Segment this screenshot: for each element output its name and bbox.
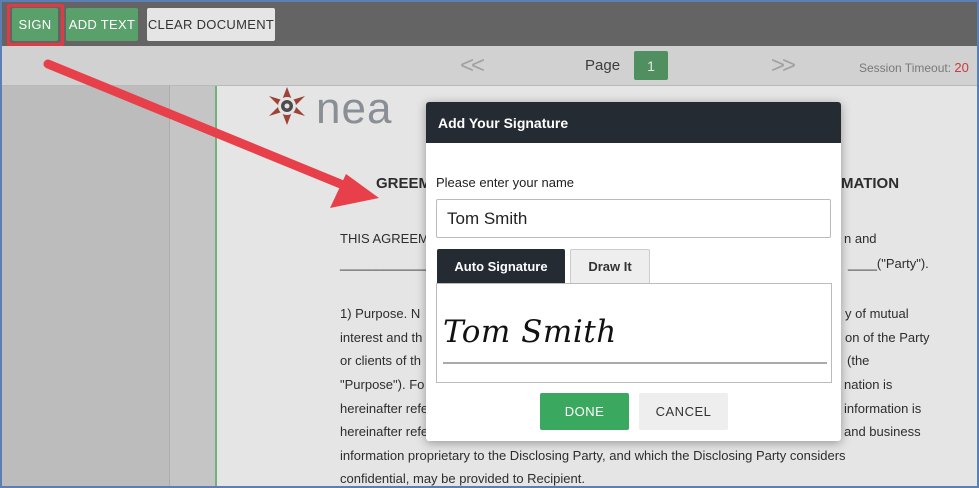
toolbar: SIGN ADD TEXT CLEAR DOCUMENT: [2, 2, 977, 46]
modal-title: Add Your Signature: [426, 102, 841, 143]
done-button[interactable]: DONE: [540, 393, 629, 430]
tab-draw-it[interactable]: Draw It: [570, 249, 650, 283]
signature-preview-text: Tom Smith: [443, 314, 617, 350]
signature-preview-box: Tom Smith: [436, 283, 832, 383]
app-frame: SIGN ADD TEXT CLEAR DOCUMENT << Page 1 >…: [0, 0, 979, 488]
name-field-label: Please enter your name: [436, 175, 575, 190]
signature-modal: Add Your Signature Please enter your nam…: [426, 102, 841, 441]
signature-baseline: [443, 362, 827, 364]
tab-auto-signature[interactable]: Auto Signature: [437, 249, 565, 283]
clear-document-button[interactable]: CLEAR DOCUMENT: [147, 8, 275, 41]
name-input[interactable]: [436, 199, 831, 238]
add-text-button[interactable]: ADD TEXT: [66, 8, 138, 41]
cancel-button[interactable]: CANCEL: [639, 393, 728, 430]
sign-highlight-box: [7, 4, 64, 46]
